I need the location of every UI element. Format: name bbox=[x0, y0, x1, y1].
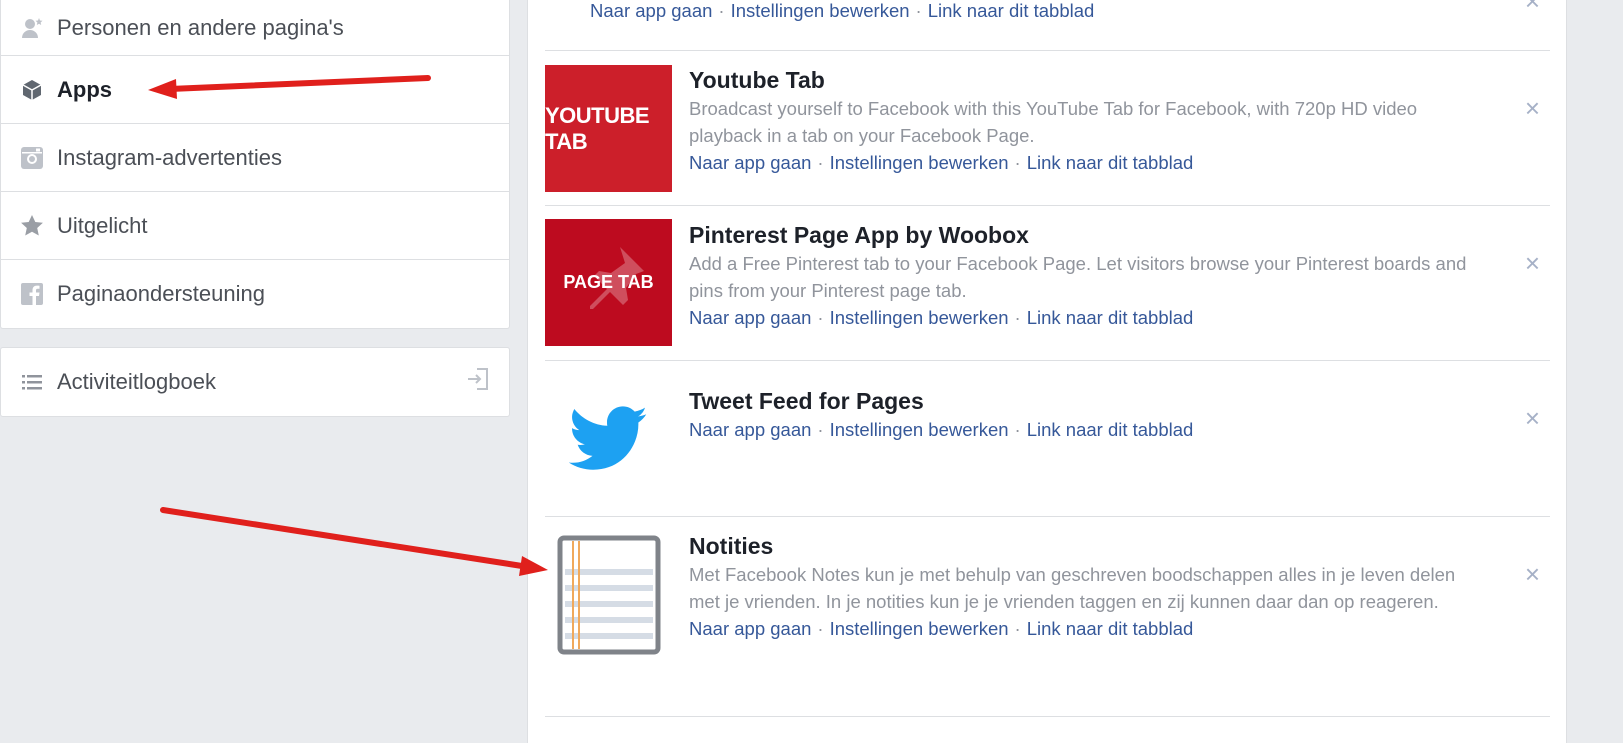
star-icon bbox=[19, 213, 45, 239]
sidebar-item-label: Apps bbox=[57, 76, 112, 102]
list-icon bbox=[19, 369, 45, 395]
youtube-tab-thumbnail[interactable]: YOUTUBE TAB bbox=[545, 65, 672, 192]
app-description: Met Facebook Notes kun je met behulp van… bbox=[689, 564, 1456, 612]
go-to-app-link[interactable]: Naar app gaan bbox=[689, 307, 811, 328]
close-icon[interactable]: × bbox=[1525, 95, 1540, 121]
thumbnail-text: PAGE TAB bbox=[563, 272, 654, 292]
sidebar: Personen en andere pagina's Apps Instagr… bbox=[0, 0, 510, 417]
sidebar-item-apps[interactable]: Apps bbox=[1, 56, 509, 124]
app-title: Pinterest Page App by Woobox bbox=[689, 222, 1029, 248]
twitter-bird-icon bbox=[568, 405, 647, 470]
app-links: Naar app gaan · Instellingen bewerken · Link… bbox=[689, 304, 1490, 331]
app-row-youtube: YOUTUBE TAB Youtube Tab Broadcast yourse… bbox=[545, 51, 1550, 206]
close-icon[interactable]: × bbox=[1525, 405, 1540, 431]
close-icon[interactable]: × bbox=[1525, 250, 1540, 276]
sidebar-item-label: Activiteitlogboek bbox=[57, 369, 216, 394]
go-to-app-link[interactable]: Naar app gaan bbox=[689, 152, 811, 173]
separator: · bbox=[817, 152, 824, 173]
pinterest-tab-thumbnail[interactable]: PAGE TAB bbox=[545, 219, 672, 346]
app-links: Naar app gaan · Instellingen bewerken · Link… bbox=[689, 416, 1490, 443]
go-to-app-link[interactable]: Naar app gaan bbox=[689, 618, 811, 639]
go-to-app-link[interactable]: Naar app gaan bbox=[689, 419, 811, 440]
separator: · bbox=[817, 618, 824, 639]
tab-link[interactable]: Link naar dit tabblad bbox=[1027, 152, 1194, 173]
separator: · bbox=[1014, 618, 1021, 639]
app-title: Notities bbox=[689, 533, 774, 559]
separator: · bbox=[915, 0, 922, 21]
notes-thumbnail[interactable] bbox=[545, 531, 672, 658]
app-title: Tweet Feed for Pages bbox=[689, 388, 924, 414]
edit-settings-link[interactable]: Instellingen bewerken bbox=[830, 419, 1009, 440]
sidebar-item-page-support[interactable]: Paginaondersteuning bbox=[1, 260, 509, 328]
notebook-icon bbox=[557, 535, 660, 654]
app-row-notes: Notities Met Facebook Notes kun je met b… bbox=[545, 517, 1550, 717]
facebook-icon bbox=[19, 281, 45, 307]
apps-panel: Naar app gaan · Instellingen bewerken · Link… bbox=[527, 0, 1567, 743]
sidebar-item-label: Personen en andere pagina's bbox=[57, 14, 344, 40]
separator: · bbox=[817, 307, 824, 328]
sidebar-item-label: Uitgelicht bbox=[57, 212, 148, 238]
tab-link[interactable]: Link naar dit tabblad bbox=[1027, 419, 1194, 440]
app-links: Naar app gaan · Instellingen bewerken · Link… bbox=[689, 149, 1490, 176]
sidebar-item-featured[interactable]: Uitgelicht bbox=[1, 192, 509, 260]
twitter-thumbnail[interactable] bbox=[545, 375, 672, 502]
app-links: Naar app gaan · Instellingen bewerken · Link… bbox=[590, 0, 1094, 24]
sign-in-icon[interactable] bbox=[465, 366, 491, 398]
tab-link[interactable]: Link naar dit tabblad bbox=[1027, 618, 1194, 639]
separator: · bbox=[718, 0, 725, 21]
activity-card: Activiteitlogboek bbox=[0, 347, 510, 417]
sidebar-item-label: Paginaondersteuning bbox=[57, 281, 265, 306]
go-to-app-link[interactable]: Naar app gaan bbox=[590, 0, 712, 21]
close-icon[interactable]: × bbox=[1525, 561, 1540, 587]
separator: · bbox=[1014, 419, 1021, 440]
close-icon[interactable]: × bbox=[1525, 0, 1540, 14]
separator: · bbox=[817, 419, 824, 440]
cube-icon bbox=[19, 77, 45, 103]
previous-app-row: Naar app gaan · Instellingen bewerken · Link… bbox=[545, 0, 1550, 51]
edit-settings-link[interactable]: Instellingen bewerken bbox=[830, 152, 1009, 173]
app-links: Naar app gaan · Instellingen bewerken · Link… bbox=[689, 615, 1490, 642]
sidebar-item-people[interactable]: Personen en andere pagina's bbox=[1, 0, 509, 56]
sidebar-item-activity-log[interactable]: Activiteitlogboek bbox=[1, 348, 509, 416]
tab-link[interactable]: Link naar dit tabblad bbox=[928, 0, 1095, 21]
sidebar-menu: Personen en andere pagina's Apps Instagr… bbox=[0, 0, 510, 329]
edit-settings-link[interactable]: Instellingen bewerken bbox=[830, 307, 1009, 328]
instagram-icon bbox=[19, 145, 45, 171]
app-row-tweet-feed: Tweet Feed for Pages Naar app gaan · Inste… bbox=[545, 361, 1550, 517]
edit-settings-link[interactable]: Instellingen bewerken bbox=[731, 0, 910, 21]
app-title: Youtube Tab bbox=[689, 67, 825, 93]
people-icon bbox=[19, 15, 45, 41]
arrow-to-notes bbox=[160, 507, 548, 576]
edit-settings-link[interactable]: Instellingen bewerken bbox=[830, 618, 1009, 639]
app-description: Add a Free Pinterest tab to your Faceboo… bbox=[689, 253, 1467, 301]
separator: · bbox=[1014, 152, 1021, 173]
app-row-pinterest: PAGE TAB Pinterest Page App by Woobox Ad… bbox=[545, 206, 1550, 361]
separator: · bbox=[1014, 307, 1021, 328]
thumbnail-text: YOUTUBE TAB bbox=[545, 102, 650, 154]
app-description: Broadcast yourself to Facebook with this… bbox=[689, 98, 1418, 146]
sidebar-item-label: Instagram-advertenties bbox=[57, 144, 282, 170]
tab-link[interactable]: Link naar dit tabblad bbox=[1027, 307, 1194, 328]
sidebar-item-instagram[interactable]: Instagram-advertenties bbox=[1, 124, 509, 192]
